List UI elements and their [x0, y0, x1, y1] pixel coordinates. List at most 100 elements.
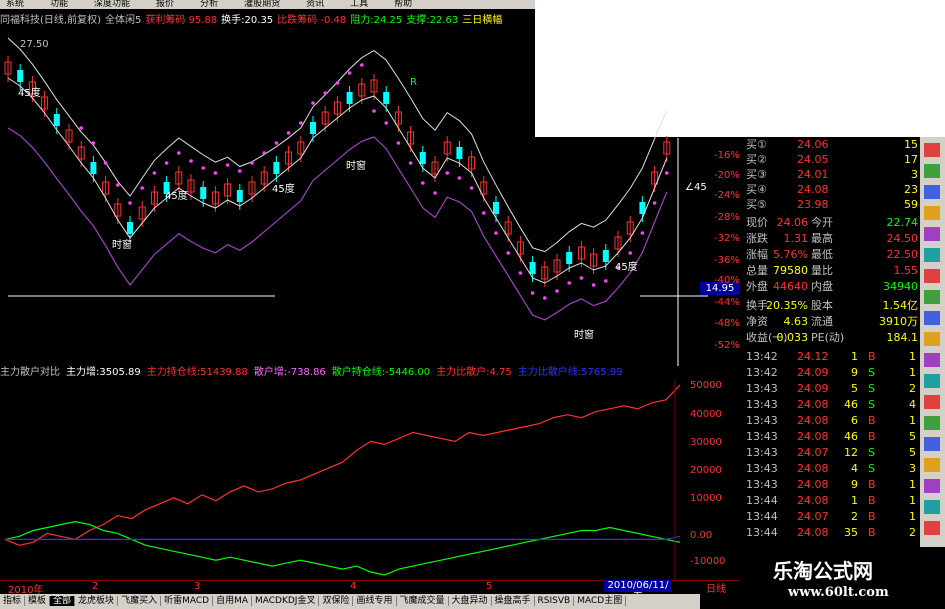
tick-row: 13:43 24.08 4 S 3	[743, 461, 920, 477]
formula-tab[interactable]: 模板	[25, 596, 51, 606]
indicator-legend-0: 主力散户对比	[0, 367, 60, 378]
quote-row: 外盘 44640 内盘 34940	[743, 279, 920, 295]
formula-tab[interactable]: 操盘高手	[491, 596, 535, 606]
menu-item-2[interactable]: 深度功能	[88, 0, 130, 9]
sar-dot	[79, 126, 83, 130]
toolbar-icon[interactable]	[924, 269, 940, 283]
pct-tick: -32%	[714, 233, 740, 244]
formula-tab[interactable]: 自用MA	[213, 596, 252, 606]
tick-price: 24.08	[797, 494, 829, 507]
toolbar-icon[interactable]	[924, 248, 940, 262]
formula-tab[interactable]: MACD主图	[574, 596, 627, 606]
formula-tab[interactable]: 画线专用	[353, 596, 397, 606]
toolbar-side[interactable]	[920, 137, 945, 547]
formula-tab[interactable]: 飞魔买入	[118, 596, 162, 606]
menu-item-3[interactable]: 报价	[150, 0, 174, 9]
pct-tick: -16%	[714, 150, 740, 161]
tick-side: B	[868, 350, 876, 363]
toolbar-icon[interactable]	[924, 227, 940, 241]
toolbar-icon[interactable]	[924, 353, 940, 367]
lower-band-line	[7, 127, 668, 321]
tick-price: 24.07	[797, 510, 829, 523]
bid-price: 24.08	[797, 183, 829, 196]
toolbar-icon[interactable]	[924, 143, 940, 157]
sar-dot	[140, 186, 144, 190]
bid-price: 23.98	[797, 198, 829, 211]
toolbar-icon[interactable]	[924, 332, 940, 346]
formula-tab[interactable]: MACDKDJ金叉	[252, 596, 320, 606]
quote-value: 24.06	[776, 216, 809, 229]
toolbar-icon[interactable]	[924, 395, 940, 409]
toolbar-icon[interactable]	[924, 185, 940, 199]
toolbar-icon[interactable]	[924, 479, 940, 493]
toolbar-icon[interactable]	[924, 164, 940, 178]
candle-body	[273, 162, 280, 174]
menu-item-7[interactable]: 工具	[344, 0, 368, 9]
formula-tab-bar[interactable]: 指标 模板 全部 龙虎板块 飞魔买入 听雷MACD 自用MA MACDKDJ金叉 双保险 画线专用…	[0, 594, 700, 609]
toolbar-icon[interactable]	[924, 311, 940, 325]
sar-dot	[457, 176, 462, 180]
toolbar-icon[interactable]	[924, 374, 940, 388]
tick-time: 13:42	[746, 366, 778, 379]
upper-band-line	[7, 37, 668, 253]
cursor-date: 2010/06/11/五	[604, 580, 672, 603]
tick-price: 24.08	[797, 398, 829, 411]
bid-row: 买④ 24.08 23	[743, 182, 920, 198]
formula-tab[interactable]: 大盘异动	[448, 596, 492, 606]
menu-item-8[interactable]: 帮助	[388, 0, 412, 9]
indicator-legend-2: 主力持仓线:51439.88	[146, 367, 248, 378]
toolbar-icon[interactable]	[924, 416, 940, 430]
tick-count: 1	[909, 510, 916, 523]
formula-tab[interactable]: 飞魔成交量	[396, 596, 449, 606]
sar-dot	[579, 276, 584, 280]
indicator-series-line	[5, 535, 680, 540]
toolbar-icon[interactable]	[924, 500, 940, 514]
toolbar-icon[interactable]	[924, 206, 940, 220]
quote-key: 换手	[746, 299, 768, 312]
formula-tab[interactable]: 听雷MACD	[161, 596, 214, 606]
toolbar-icon[interactable]	[924, 437, 940, 451]
quote-row: 换手 20.35% 股本 1.54亿	[743, 298, 920, 314]
formula-tab[interactable]: RSISVB	[534, 596, 575, 606]
tick-price: 24.12	[797, 350, 829, 363]
quote-key: 量比	[811, 264, 833, 277]
formula-tab[interactable]: 指标	[0, 596, 26, 606]
menu-item-6[interactable]: 资讯	[300, 0, 324, 9]
brand-name: 乐淘公式网	[773, 559, 873, 583]
tick-count: 2	[909, 382, 916, 395]
quote-value: 22.74	[886, 216, 919, 229]
main-candlestick-chart[interactable]	[0, 28, 710, 366]
tick-row: 13:43 24.08 6 B 1	[743, 413, 920, 429]
menu-item-1[interactable]: 功能	[44, 0, 68, 9]
candle-body	[493, 202, 499, 214]
sar-dot	[567, 281, 571, 285]
formula-tab[interactable]: 全部	[50, 596, 76, 606]
tick-volume: 35	[844, 526, 858, 539]
menu-item-0[interactable]: 系统	[0, 0, 24, 9]
menu-item-5[interactable]: 灌股期货	[238, 0, 280, 9]
pct-tick: -44%	[714, 297, 740, 308]
formula-tab[interactable]: 龙虎板块	[75, 596, 119, 606]
tick-row: 13:43 24.08 46 S 4	[743, 397, 920, 413]
bid-row: 买⑤ 23.98 59	[743, 197, 920, 213]
tick-row: 13:42 24.09 9 S 1	[743, 365, 920, 381]
tick-volume: 12	[844, 446, 858, 459]
sar-dot	[543, 296, 547, 300]
indicator-series-line	[4, 384, 680, 546]
menu-item-4[interactable]: 分析	[194, 0, 218, 9]
tick-time: 13:43	[746, 462, 778, 475]
toolbar-icon[interactable]	[924, 458, 940, 472]
toolbar-icon[interactable]	[924, 290, 940, 304]
tick-count: 5	[909, 430, 916, 443]
formula-tab[interactable]: 双保险	[319, 596, 354, 606]
tick-count: 1	[909, 414, 916, 427]
quote-row: 现价 24.06 今开 22.74	[743, 215, 920, 231]
indicator-tick: -10000	[690, 556, 726, 567]
period-label[interactable]: 日线	[706, 580, 726, 595]
tick-volume: 1	[851, 494, 858, 507]
sar-dot	[311, 101, 315, 105]
quote-value: 20.35%	[766, 299, 808, 312]
quote-value: 24.50	[886, 232, 919, 245]
toolbar-icon[interactable]	[924, 521, 940, 535]
tick-volume: 1	[851, 350, 858, 363]
